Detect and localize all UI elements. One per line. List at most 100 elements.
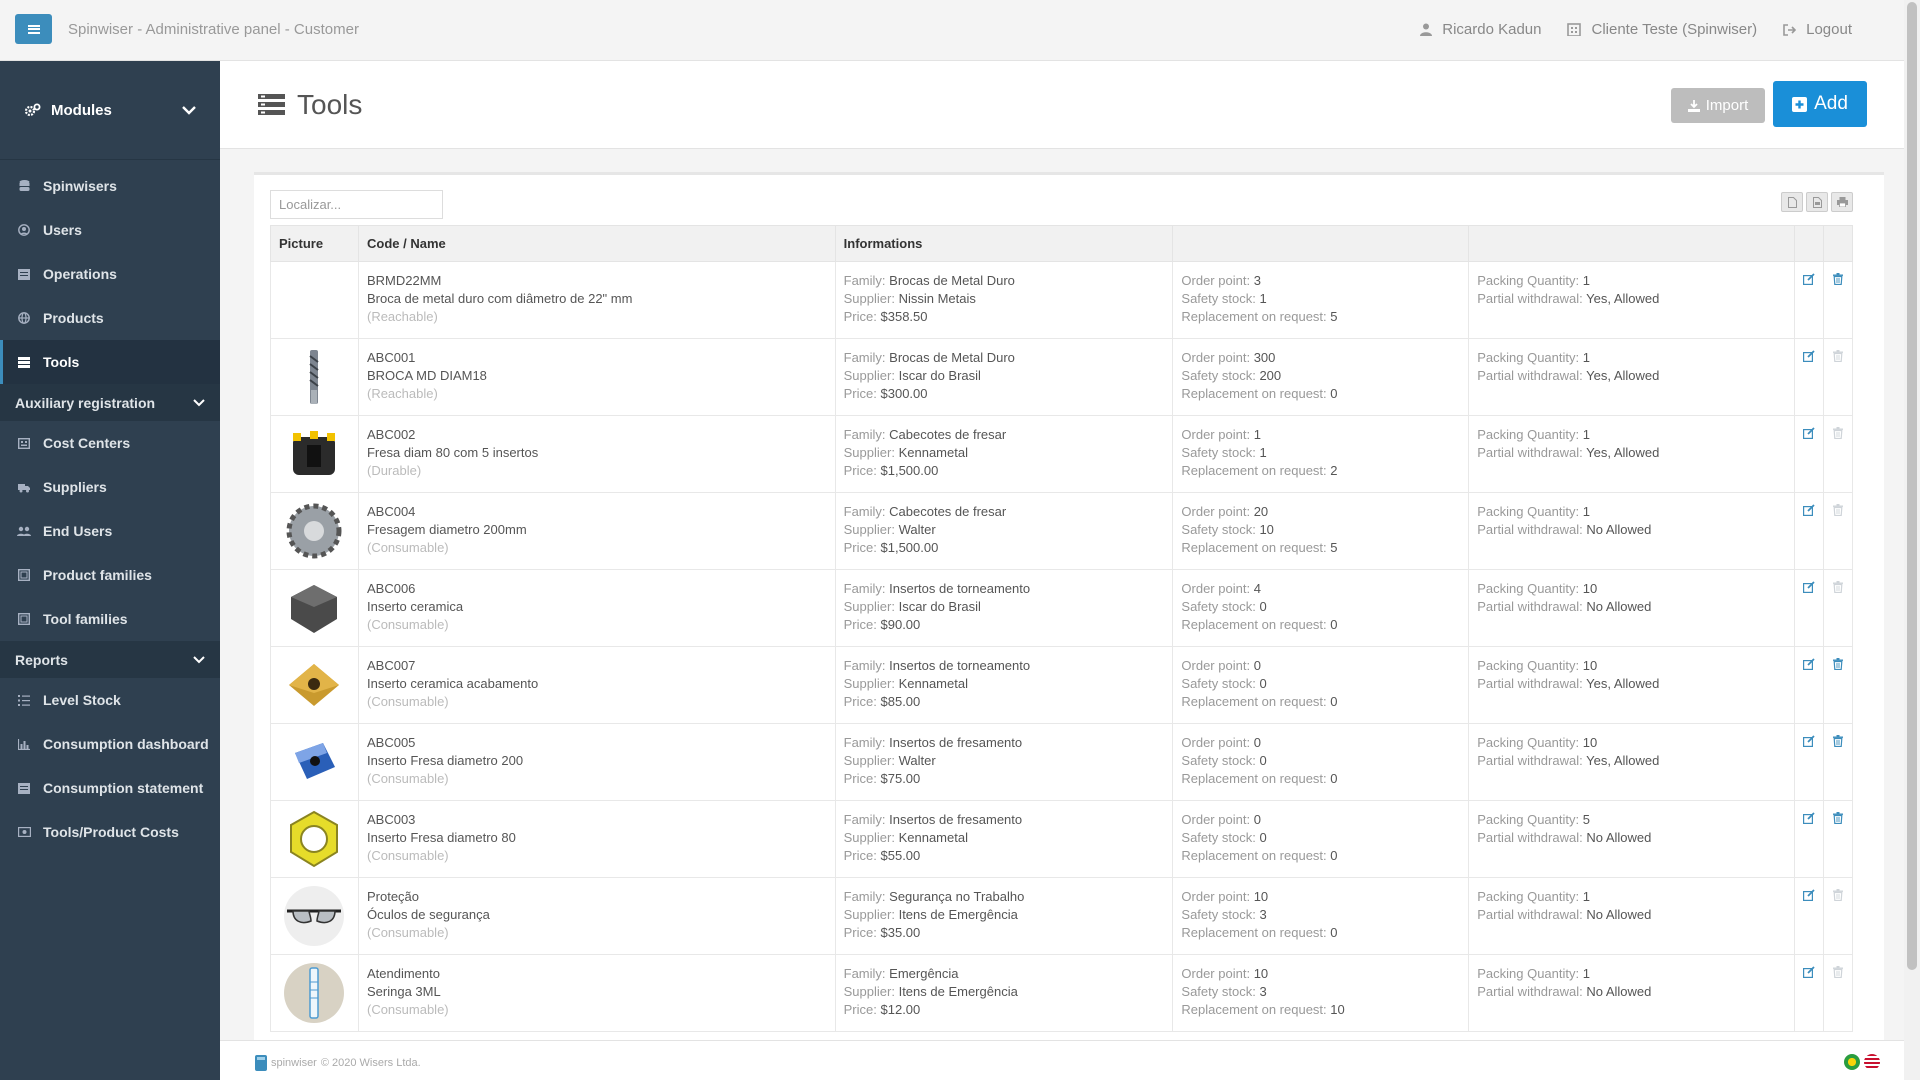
print-button[interactable] [1831,192,1853,212]
sidebar-item-tools[interactable]: Tools [0,340,220,384]
edit-icon[interactable] [1802,657,1815,675]
trash-icon[interactable] [1832,811,1843,829]
edit-cell [1793,646,1824,724]
partial-value: No Allowed [1586,522,1652,537]
sidebar-item-products[interactable]: Products [0,296,220,340]
edit-icon[interactable] [1802,811,1815,829]
search-input[interactable] [270,190,443,219]
company-menu[interactable]: Cliente Teste (Spinwiser) [1567,21,1757,38]
stock-cell: Order point: 3 Safety stock: 1 Replacement… [1172,261,1470,339]
informations-cell: Family: Insertos de fresamento Supplier: … [834,800,1174,878]
delete-cell [1822,877,1854,955]
tool-image[interactable] [283,423,345,485]
us-flag-icon[interactable] [1864,1054,1880,1070]
tool-image[interactable] [283,500,345,562]
sidebar-item-product-families[interactable]: Product families [0,553,220,597]
table-row: ABC004 Fresagem diametro 200mm (Consumable… [270,492,1854,570]
trash-icon[interactable] [1832,272,1843,290]
sidebar-item-spinwisers[interactable]: Spinwisers [0,164,220,208]
packing-cell: Packing Quantity: 5 Partial withdrawal: N… [1468,800,1795,878]
export-pdf-button[interactable] [1806,192,1828,212]
price-label: Price: [843,463,877,478]
edit-icon[interactable] [1802,272,1815,290]
sidebar-item-label: Products [43,310,104,326]
column-header-code-name[interactable]: Code / Name [357,225,836,262]
tool-image[interactable] [283,962,345,1024]
modules-label: Modules [51,101,112,119]
sidebar-item-level-stock[interactable]: Level Stock [0,678,220,722]
partial-label: Partial withdrawal: [1477,753,1583,768]
edit-icon[interactable] [1802,426,1815,444]
order-point-label: Order point: [1181,427,1251,442]
sidebar-item-operations[interactable]: Operations [0,252,220,296]
code-name-cell: ABC004 Fresagem diametro 200mm (Consumable… [357,492,836,570]
sidebar-group-auxiliary[interactable]: Auxiliary registration [0,384,220,421]
tool-image[interactable] [283,808,345,870]
column-header-informations[interactable]: Informations [834,225,1174,262]
export-csv-button[interactable] [1781,192,1803,212]
sidebar-item-consumption-statement[interactable]: Consumption statement [0,766,220,810]
packing-label: Packing Quantity: [1477,889,1580,904]
tools-icon [258,94,285,116]
user-circle-icon [17,224,31,236]
sidebar-item-consumption-dashboard[interactable]: Consumption dashboard [0,722,220,766]
supplier-label: Supplier: [843,830,895,845]
tool-name: Seringa 3ML [366,984,441,999]
edit-icon[interactable] [1802,734,1815,752]
sidebar-item-label: Tools/Product Costs [43,824,179,840]
safety-stock-value: 1 [1259,445,1267,460]
edit-icon[interactable] [1802,965,1815,983]
edit-cell [1793,569,1824,647]
sidebar-item-label: Spinwisers [43,178,117,194]
sidebar-item-cost-centers[interactable]: Cost Centers [0,421,220,465]
user-menu[interactable]: Ricardo Kadun [1420,21,1541,38]
table-row: Proteção Óculos de segurança (Consumable) F… [270,877,1854,955]
column-header-picture[interactable]: Picture [270,225,359,262]
tool-name: Óculos de segurança [366,907,490,922]
informations-cell: Family: Cabecotes de fresar Supplier: Ken… [834,415,1174,493]
sidebar-item-end-users[interactable]: End Users [0,509,220,553]
user-name: Ricardo Kadun [1442,21,1542,38]
sidebar-group-reports[interactable]: Reports [0,641,220,678]
tool-code: ABC007 [366,658,416,673]
tool-image[interactable] [283,731,345,793]
code-name-cell: BRMD22MM Broca de metal duro com diâmetro… [357,261,836,339]
trash-icon[interactable] [1832,734,1843,752]
users-icon [17,525,31,537]
sidebar-item-users[interactable]: Users [0,208,220,252]
delete-cell [1822,492,1854,570]
sidebar: Modules Spinwisers Users Operations Prod… [0,61,220,1080]
tool-code: ABC005 [366,735,416,750]
menu-toggle-button[interactable] [15,14,52,44]
sidebar-item-tool-families[interactable]: Tool families [0,597,220,641]
replacement-value: 0 [1330,617,1338,632]
edit-icon[interactable] [1802,349,1815,367]
partial-label: Partial withdrawal: [1477,368,1583,383]
tool-image[interactable] [283,654,345,716]
partial-value: No Allowed [1586,984,1652,999]
tool-image[interactable] [283,885,345,947]
safety-stock-label: Safety stock: [1181,907,1256,922]
modules-toggle[interactable]: Modules [0,61,220,160]
sidebar-item-suppliers[interactable]: Suppliers [0,465,220,509]
table-row: Atendimento Seringa 3ML (Consumable) Family… [270,954,1854,1032]
edit-icon[interactable] [1802,888,1815,906]
import-button[interactable]: Import [1671,88,1765,123]
order-point-label: Order point: [1181,812,1251,827]
tool-image[interactable] [283,346,345,408]
delete-cell [1822,338,1854,416]
edit-cell [1793,800,1824,878]
add-button[interactable]: Add [1773,81,1867,127]
scrollbar-thumb[interactable] [1907,2,1917,970]
edit-icon[interactable] [1802,503,1815,521]
trash-icon[interactable] [1832,657,1843,675]
logout-link[interactable]: Logout [1783,21,1852,38]
brazil-flag-icon[interactable] [1844,1054,1860,1070]
tool-name: Fresagem diametro 200mm [366,522,527,537]
sidebar-item-tools-product-costs[interactable]: Tools/Product Costs [0,810,220,854]
edit-icon[interactable] [1802,580,1815,598]
tool-image[interactable] [283,577,345,639]
tool-code: BRMD22MM [366,273,442,288]
supplier-label: Supplier: [843,907,895,922]
page-scrollbar[interactable] [1904,0,1920,1080]
